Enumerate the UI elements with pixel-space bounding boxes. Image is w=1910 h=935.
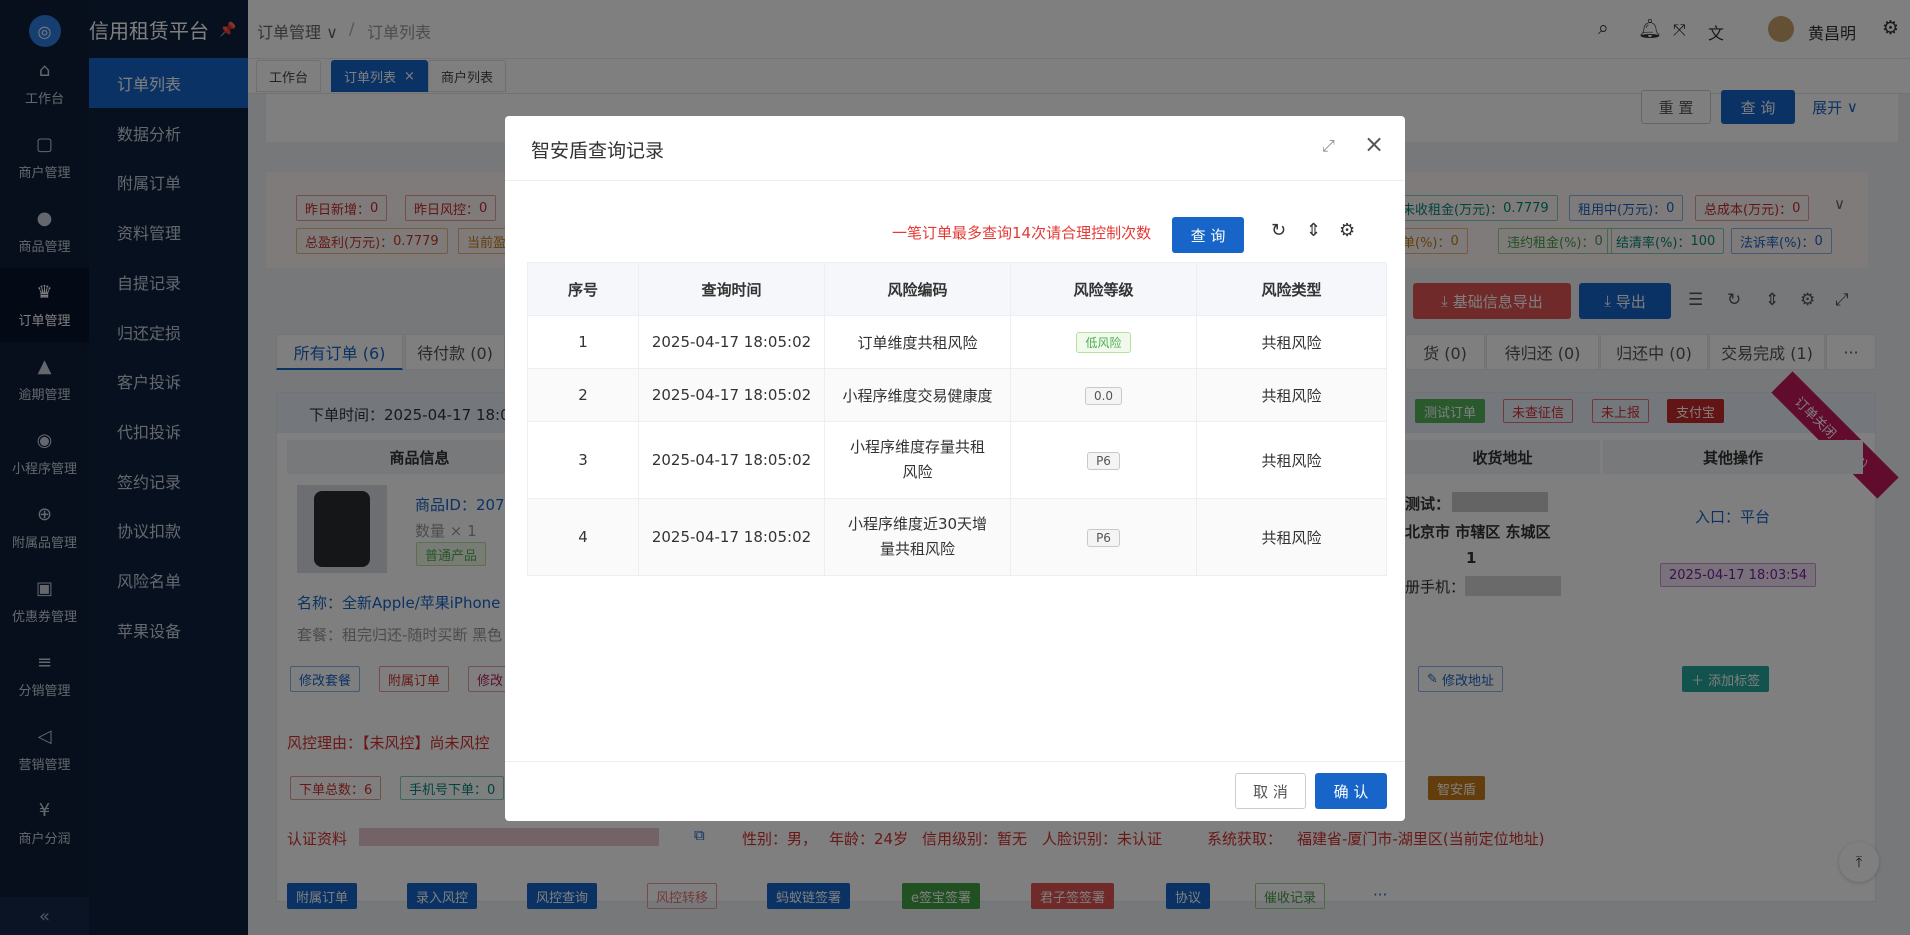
cell-time: 2025-04-17 18:05:02 <box>638 421 825 499</box>
col-level: 风险等级 <box>1010 262 1197 316</box>
refresh-icon[interactable]: ↻ <box>1271 220 1286 241</box>
col-no: 序号 <box>527 262 639 316</box>
table-row: 3 2025-04-17 18:05:02 小程序维度存量共租风险 P6 共租风… <box>527 421 1387 499</box>
cell-time: 2025-04-17 18:05:02 <box>638 368 825 422</box>
dialog: 智安盾查询记录 ⤢ × 一笔订单最多查询14次请合理控制次数 查 询 ↻ ⇕ ⚙… <box>505 116 1405 821</box>
col-time: 查询时间 <box>638 262 825 316</box>
cell-code: 小程序维度交易健康度 <box>824 368 1011 422</box>
close-icon[interactable]: × <box>1364 130 1384 158</box>
confirm-button[interactable]: 确 认 <box>1315 773 1387 809</box>
cell-code: 小程序维度存量共租风险 <box>824 421 1011 499</box>
cell-type: 共租风险 <box>1196 421 1387 499</box>
col-code: 风险编码 <box>824 262 1011 316</box>
risk-record-table: 序号 查询时间 风险编码 风险等级 风险类型 1 2025-04-17 18:0… <box>527 262 1387 576</box>
dialog-query-button[interactable]: 查 询 <box>1172 217 1244 253</box>
level-badge: P6 <box>1087 528 1120 547</box>
table-row: 4 2025-04-17 18:05:02 小程序维度近30天增量共租风险 P6… <box>527 498 1387 576</box>
cell-no: 1 <box>527 315 639 369</box>
cell-time: 2025-04-17 18:05:02 <box>638 315 825 369</box>
level-badge: 0.0 <box>1084 386 1123 405</box>
level-badge: P6 <box>1087 451 1120 470</box>
divider <box>505 761 1405 762</box>
divider <box>505 180 1405 181</box>
cell-no: 4 <box>527 498 639 576</box>
cell-type: 共租风险 <box>1196 368 1387 422</box>
table-row: 1 2025-04-17 18:05:02 订单维度共租风险 低风险 共租风险 <box>527 315 1387 369</box>
cancel-button[interactable]: 取 消 <box>1235 773 1306 809</box>
cell-type: 共租风险 <box>1196 315 1387 369</box>
cell-level: P6 <box>1010 498 1197 576</box>
cell-level: P6 <box>1010 421 1197 499</box>
table-header-row: 序号 查询时间 风险编码 风险等级 风险类型 <box>527 262 1387 316</box>
table-row: 2 2025-04-17 18:05:02 小程序维度交易健康度 0.0 共租风… <box>527 368 1387 422</box>
col-type: 风险类型 <box>1196 262 1387 316</box>
cell-time: 2025-04-17 18:05:02 <box>638 498 825 576</box>
cell-code: 小程序维度近30天增量共租风险 <box>824 498 1011 576</box>
maximize-icon[interactable]: ⤢ <box>1322 136 1335 156</box>
cell-level: 低风险 <box>1010 315 1197 369</box>
dialog-title: 智安盾查询记录 <box>531 140 665 162</box>
query-limit-warning: 一笔订单最多查询14次请合理控制次数 <box>892 224 1152 242</box>
settings-icon[interactable]: ⚙ <box>1339 220 1355 241</box>
cell-level: 0.0 <box>1010 368 1197 422</box>
cell-code: 订单维度共租风险 <box>824 315 1011 369</box>
cell-no: 3 <box>527 421 639 499</box>
level-badge: 低风险 <box>1076 331 1131 353</box>
cell-no: 2 <box>527 368 639 422</box>
cell-type: 共租风险 <box>1196 498 1387 576</box>
column-height-icon[interactable]: ⇕ <box>1306 220 1321 241</box>
